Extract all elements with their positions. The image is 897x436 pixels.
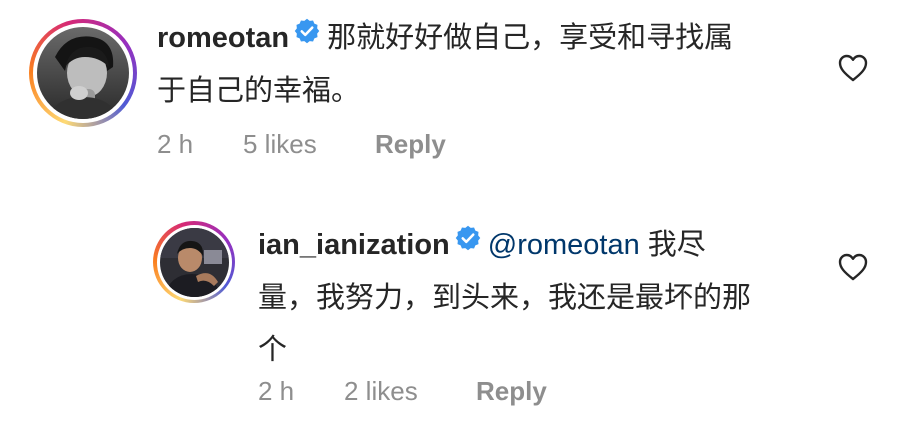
avatar (159, 227, 229, 297)
likes-count-link[interactable]: 2 likes (344, 376, 476, 407)
heart-outline-icon[interactable] (838, 54, 868, 82)
likes-count-link[interactable]: 5 likes (243, 129, 375, 160)
verified-badge-icon (454, 217, 482, 269)
comment-meta: 2 h 2 likes Reply (258, 376, 547, 407)
heart-outline-icon[interactable] (838, 253, 868, 281)
avatar (37, 27, 129, 119)
mention-link[interactable]: @romeotan (488, 229, 640, 261)
comment-line-2: 于自己的幸福。 (157, 75, 361, 108)
comment-meta: 2 h 5 likes Reply (157, 129, 446, 160)
comment-line-1: ian_ianization @romeotan 我尽 (258, 219, 818, 272)
reply-button[interactable]: Reply (375, 129, 446, 160)
comment-line-2: 量，我努力，到头来，我还是最坏的那 (258, 282, 752, 315)
reply-button[interactable]: Reply (476, 376, 547, 407)
comment-time: 2 h (157, 129, 194, 159)
comment-username[interactable]: romeotan (157, 22, 289, 54)
comment-line-3: 个 (258, 334, 288, 367)
verified-badge-icon (293, 10, 321, 62)
comment-username[interactable]: ian_ianization (258, 229, 450, 261)
comment-body: 那就好好做自己，享受和寻找属 (327, 22, 734, 54)
avatar-ring[interactable] (29, 19, 137, 127)
avatar-ring[interactable] (153, 221, 235, 303)
comment-body: 我尽 (647, 229, 706, 261)
comment-time: 2 h (258, 376, 295, 406)
comment-line-1: romeotan 那就好好做自己，享受和寻找属 (157, 12, 817, 65)
